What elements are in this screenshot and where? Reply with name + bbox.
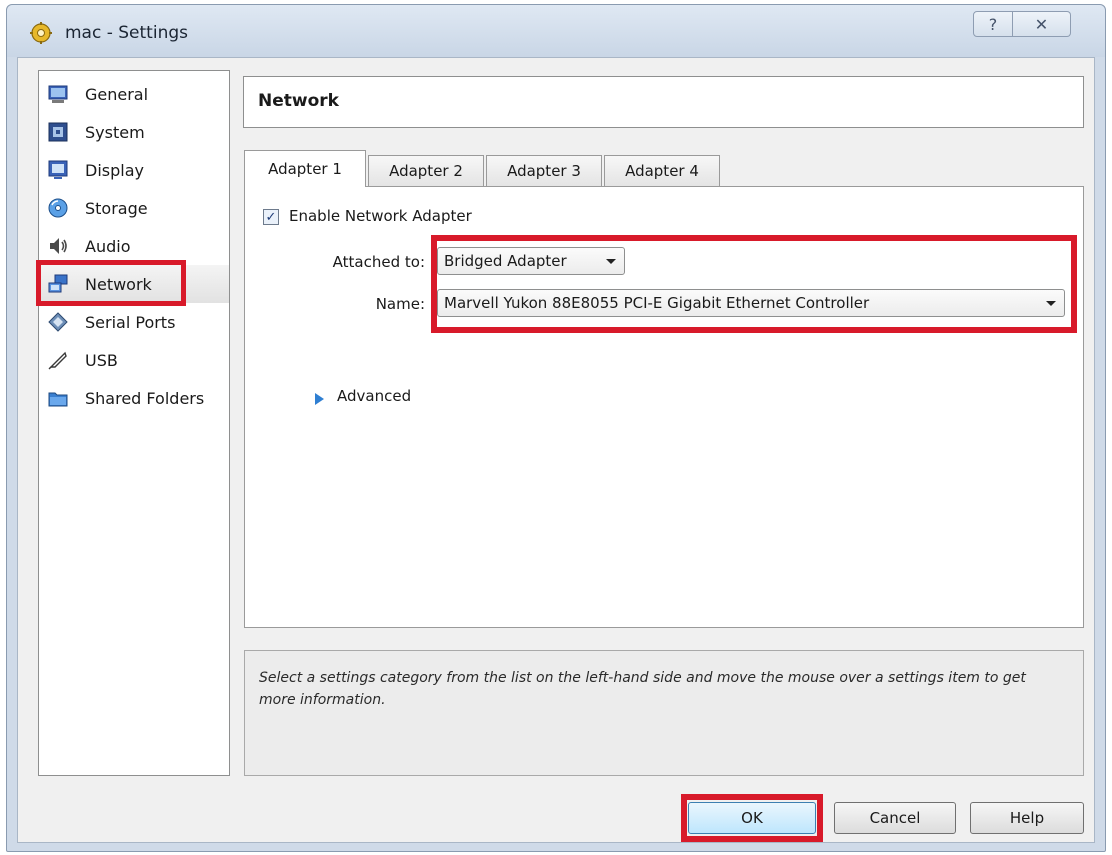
enable-adapter-label: Enable Network Adapter	[289, 207, 472, 225]
settings-window: mac - Settings ? ✕ General System Displa…	[6, 4, 1106, 852]
close-button[interactable]: ✕	[1013, 11, 1071, 37]
shared-folders-icon	[47, 387, 69, 409]
tab-adapter-1[interactable]: Adapter 1	[244, 150, 366, 187]
tab-adapter-2[interactable]: Adapter 2	[368, 155, 484, 186]
sidebar-item-label: Audio	[85, 236, 131, 256]
sidebar-item-usb[interactable]: USB	[39, 341, 229, 379]
expand-arrow-icon[interactable]	[315, 393, 324, 405]
sidebar-item-display[interactable]: Display	[39, 151, 229, 189]
info-text: Select a settings category from the list…	[259, 670, 1026, 708]
help-title-button[interactable]: ?	[973, 11, 1013, 37]
question-icon: ?	[988, 14, 998, 34]
sidebar-item-label: Storage	[85, 198, 148, 218]
sidebar-item-serial-ports[interactable]: Serial Ports	[39, 303, 229, 341]
audio-icon	[47, 235, 69, 257]
enable-adapter-checkbox[interactable]: ✓	[263, 209, 279, 225]
tab-adapter-4[interactable]: Adapter 4	[604, 155, 720, 186]
checkmark-icon: ✓	[265, 209, 277, 225]
sidebar-item-general[interactable]: General	[39, 75, 229, 113]
page-title: Network	[258, 91, 339, 111]
category-list: General System Display Storage Audio Net…	[38, 70, 230, 776]
system-icon	[47, 121, 69, 143]
page-header: Network	[243, 76, 1084, 128]
fields-highlight-box	[431, 235, 1077, 333]
display-icon	[47, 159, 69, 181]
attached-to-label: Attached to:	[332, 253, 425, 271]
title-bar: mac - Settings ? ✕	[7, 5, 1105, 57]
general-icon	[47, 83, 69, 105]
cancel-button[interactable]: Cancel	[834, 802, 956, 834]
sidebar-item-label: Serial Ports	[85, 312, 176, 332]
sidebar-item-label: USB	[85, 350, 118, 370]
ok-highlight-box	[681, 794, 823, 842]
info-panel: Select a settings category from the list…	[244, 650, 1084, 776]
storage-icon	[47, 197, 69, 219]
network-highlight-box	[36, 260, 186, 306]
dialog-body: General System Display Storage Audio Net…	[17, 57, 1095, 843]
sidebar-item-label: Display	[85, 160, 144, 180]
usb-icon	[47, 349, 69, 371]
sidebar-item-system[interactable]: System	[39, 113, 229, 151]
window-title: mac - Settings	[65, 23, 188, 43]
adapter-panel: ✓ Enable Network Adapter Attached to: Br…	[244, 186, 1084, 628]
tab-adapter-3[interactable]: Adapter 3	[486, 155, 602, 186]
sidebar-item-label: Shared Folders	[85, 388, 205, 408]
settings-gear-icon	[29, 21, 53, 45]
sidebar-item-shared-folders[interactable]: Shared Folders	[39, 379, 229, 417]
advanced-toggle[interactable]: Advanced	[337, 387, 411, 405]
serial-ports-icon	[47, 311, 69, 333]
sidebar-item-label: System	[85, 122, 145, 142]
help-button[interactable]: Help	[970, 802, 1084, 834]
sidebar-item-label: General	[85, 84, 149, 104]
sidebar-item-storage[interactable]: Storage	[39, 189, 229, 227]
name-label: Name:	[375, 295, 425, 313]
close-icon: ✕	[1034, 14, 1049, 34]
